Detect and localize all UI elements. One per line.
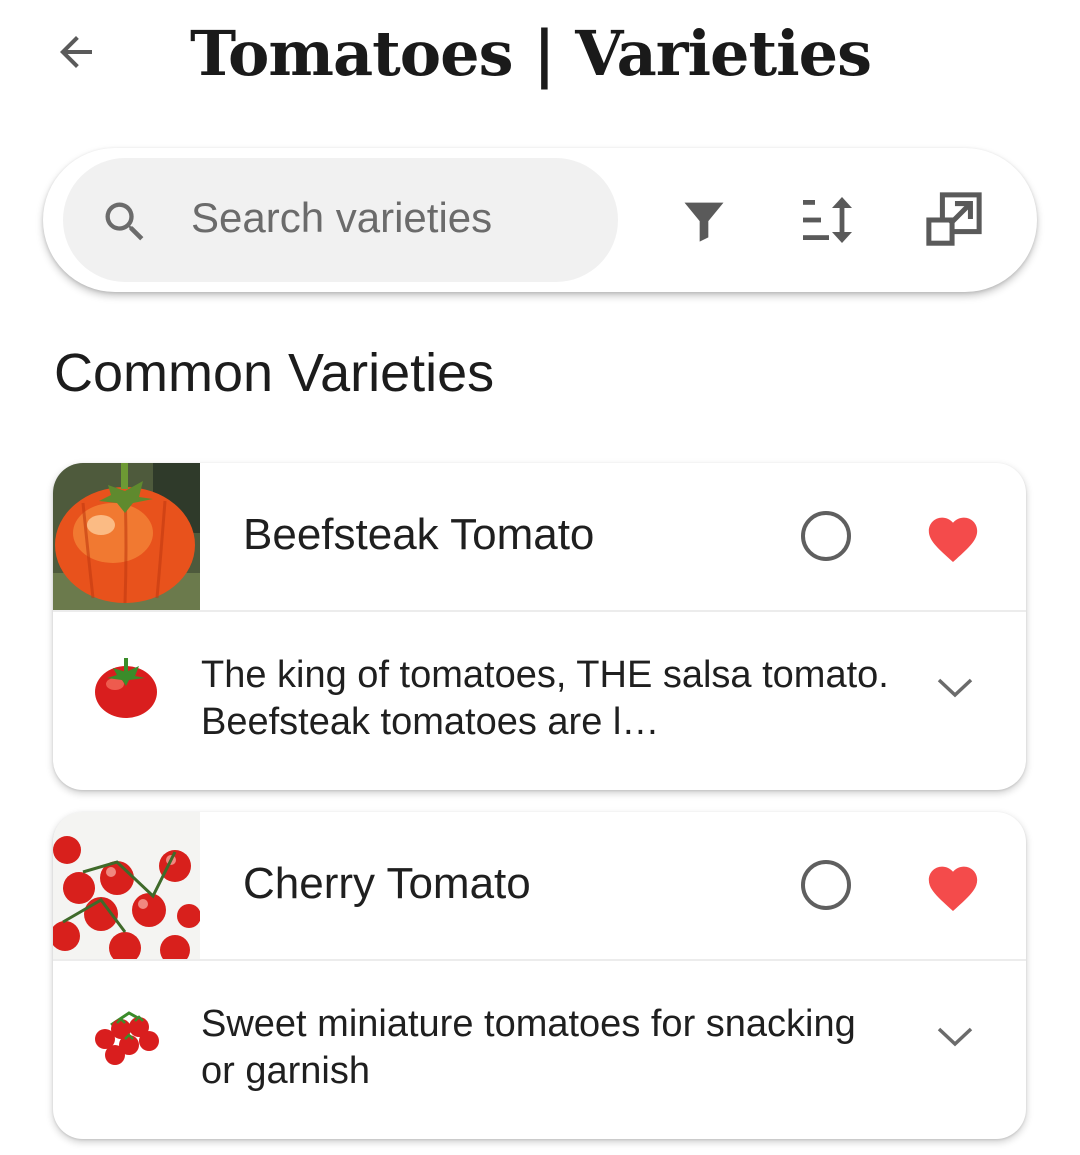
app-screen: Tomatoes | Varieties Search varieties Co… — [0, 0, 1080, 1155]
section-title: Common Varieties — [54, 343, 495, 403]
sort-button[interactable] — [795, 186, 863, 254]
cherry-thumbnail — [53, 812, 200, 959]
filter-button[interactable] — [670, 186, 738, 254]
back-button[interactable] — [44, 20, 108, 84]
card-header[interactable]: Beefsteak Tomato — [53, 463, 1026, 610]
variety-card-cherry[interactable]: Cherry Tomato Sweet miniature tomatoes f… — [53, 812, 1026, 1139]
chevron-down-icon — [937, 1027, 973, 1047]
expand-button[interactable] — [927, 666, 983, 710]
search-box[interactable] — [63, 158, 618, 282]
filter-icon — [684, 202, 724, 242]
expand-button[interactable] — [927, 1015, 983, 1059]
chevron-down-icon — [937, 678, 973, 698]
card-header[interactable]: Cherry Tomato — [53, 812, 1026, 959]
select-radio[interactable] — [801, 860, 851, 910]
heart-icon — [928, 517, 978, 563]
card-details[interactable]: Sweet miniature tomatoes for snacking or… — [53, 961, 1026, 1139]
search-icon — [105, 202, 144, 241]
variety-name: Cherry Tomato — [243, 859, 531, 908]
sort-icon — [803, 197, 852, 243]
page-title: Tomatoes | Varieties — [190, 17, 872, 90]
beefsteak-thumbnail — [53, 463, 200, 610]
search-toolbar — [43, 148, 1037, 292]
card-details[interactable]: The king of tomatoes, THE salsa tomato. … — [53, 612, 1026, 790]
favorite-button[interactable] — [921, 507, 985, 567]
select-radio[interactable] — [801, 511, 851, 561]
cherry-tomatoes-icon — [95, 1011, 159, 1065]
heart-icon — [928, 866, 978, 912]
variety-description: Sweet miniature tomatoes for snacking or… — [201, 1003, 856, 1092]
variety-name: Beefsteak Tomato — [243, 510, 595, 559]
open-in-new-icon — [926, 192, 982, 246]
search-input[interactable] — [189, 186, 593, 250]
open-in-new-button[interactable] — [920, 186, 988, 254]
favorite-button[interactable] — [921, 856, 985, 916]
arrow-left-icon — [60, 36, 92, 68]
variety-card-beefsteak[interactable]: Beefsteak Tomato The king of tomatoes, T… — [53, 463, 1026, 790]
variety-description: The king of tomatoes, THE salsa tomato. … — [201, 654, 889, 743]
tomato-icon — [95, 658, 157, 718]
